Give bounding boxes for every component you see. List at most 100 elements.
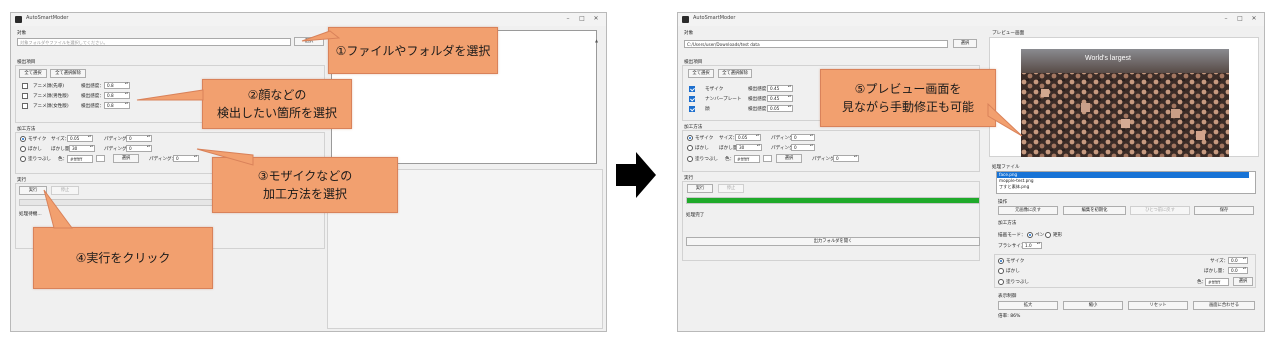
detect-checkbox[interactable]: [689, 86, 695, 92]
sensitivity-spinbox[interactable]: 0.8: [104, 82, 130, 89]
zoom-in-button[interactable]: 拡大: [998, 301, 1058, 310]
file-list-item[interactable]: mopple-test.png: [999, 178, 1034, 183]
padding-spinbox[interactable]: 0: [126, 135, 152, 142]
edit-radio-blur[interactable]: [998, 268, 1004, 274]
close-icon[interactable]: ✕: [592, 15, 600, 22]
method-radio-fill[interactable]: [687, 156, 693, 162]
stop-button[interactable]: 停止: [718, 184, 744, 193]
file-list-item[interactable]: 丁すと素体.png: [999, 184, 1029, 190]
method-radio-mosaic[interactable]: [687, 135, 693, 141]
draw-mode-label: 描画モード：: [998, 233, 1026, 238]
revert-original-button[interactable]: 元画像に戻す: [998, 206, 1058, 215]
progress-fill: [687, 198, 979, 203]
callout-text: ④実行をクリック: [75, 251, 171, 265]
sensitivity-spinbox[interactable]: 0.8: [104, 92, 130, 99]
method-radio-blur[interactable]: [20, 146, 26, 152]
draw-mode-pen-radio[interactable]: [1027, 232, 1033, 238]
minimize-icon[interactable]: –: [564, 15, 572, 22]
zoom-out-button[interactable]: 縮小: [1063, 301, 1123, 310]
callout-text: 加工方法を選択: [262, 187, 347, 201]
edit-blur-spinbox[interactable]: 0.0: [1228, 267, 1248, 274]
edit-radio-fill[interactable]: [998, 279, 1004, 285]
zoom-level-text: 倍率: 86%: [998, 314, 1021, 319]
target-path-input[interactable]: 対象フォルダやファイルを選択してください。: [17, 38, 291, 46]
select-all-button[interactable]: 全て選択: [19, 69, 47, 78]
select-all-button[interactable]: 全て選択: [688, 69, 714, 78]
callout-text: 見ながら手動修正も可能: [841, 100, 974, 114]
deselect-all-button[interactable]: 全て選択解除: [50, 69, 86, 78]
detect-item-label: アニメ顔(男性版): [33, 94, 69, 99]
file-list-item[interactable]: face.png: [999, 172, 1017, 177]
detect-checkbox[interactable]: [689, 96, 695, 102]
edit-param-label: ぼかし量：: [1204, 269, 1227, 274]
detect-checkbox[interactable]: [22, 93, 28, 99]
method-radio-mosaic[interactable]: [20, 136, 26, 142]
app-window-after: AutoSmartModer – □ ✕ 対象 C:/Users/user/Do…: [677, 12, 1265, 332]
blur-spinbox[interactable]: 30: [736, 144, 762, 151]
size-spinbox[interactable]: 0.05: [67, 135, 93, 142]
detect-checkbox[interactable]: [22, 83, 28, 89]
target-label: 対象: [17, 31, 27, 36]
save-button[interactable]: 保存: [1194, 206, 1254, 215]
color-select-button[interactable]: 選択: [776, 154, 802, 163]
deselect-all-button[interactable]: 全て選択解除: [718, 69, 752, 78]
brush-size-spinbox[interactable]: 1.0: [1022, 242, 1042, 249]
padding-spinbox[interactable]: 0: [791, 134, 815, 141]
edit-color-select-button[interactable]: 選択: [1233, 277, 1253, 286]
fit-screen-button[interactable]: 画面に合わせる: [1193, 301, 1255, 310]
crowd-photo: [1021, 49, 1229, 157]
close-icon[interactable]: ✕: [1250, 15, 1258, 22]
preview-label: プレビュー画面: [992, 31, 1025, 36]
color-label: 色：: [58, 157, 68, 162]
sensitivity-spinbox[interactable]: 0.05: [767, 105, 793, 112]
maximize-icon[interactable]: □: [1236, 15, 1244, 22]
file-list-item-selected[interactable]: [997, 172, 1249, 178]
callout-text: ③モザイクなどの: [257, 169, 353, 183]
sensitivity-spinbox[interactable]: 0.45: [767, 95, 793, 102]
app-icon: [682, 16, 689, 23]
progress-bar: [686, 197, 980, 204]
size-spinbox[interactable]: 0.05: [735, 134, 761, 141]
detect-checkbox[interactable]: [689, 106, 695, 112]
callout-click-run: ④実行をクリック: [33, 227, 213, 289]
padding-spinbox[interactable]: 0: [126, 145, 152, 152]
scroll-up-icon[interactable]: ▲: [595, 38, 598, 43]
maximize-icon[interactable]: □: [578, 15, 586, 22]
target-path-input[interactable]: C:/Users/user/Downloads/test data: [684, 40, 948, 48]
color-select-button[interactable]: 選択: [113, 154, 139, 163]
reset-view-button[interactable]: リセット: [1128, 301, 1188, 310]
detect-checkbox[interactable]: [22, 103, 28, 109]
edit-color-input[interactable]: #ffffff: [1205, 278, 1229, 286]
edit-size-spinbox[interactable]: 0.0: [1228, 257, 1248, 264]
detect-item-label: 顔: [705, 107, 710, 112]
padding-spinbox[interactable]: 0: [791, 144, 815, 151]
select-target-button[interactable]: 選択: [953, 39, 977, 48]
callout-text: ②顔などの: [247, 88, 307, 102]
padding-spinbox[interactable]: 0: [833, 155, 859, 162]
undo-button[interactable]: ひとつ前に戻す: [1130, 206, 1190, 215]
color-input[interactable]: #ffffff: [67, 155, 93, 163]
title-bar: AutoSmartModer – □ ✕: [11, 13, 606, 26]
ops-label: 操作: [998, 200, 1008, 205]
sensitivity-spinbox[interactable]: 0.45: [767, 85, 793, 92]
edit-radio-mosaic[interactable]: [998, 258, 1004, 264]
sensitivity-label: 検出感度：: [81, 84, 104, 89]
open-output-folder-button[interactable]: 出力フォルダを開く: [686, 237, 980, 246]
color-input[interactable]: #ffffff: [734, 155, 760, 163]
edit-option-label: モザイク: [1006, 259, 1025, 264]
draw-mode-rect-radio[interactable]: [1045, 232, 1051, 238]
reset-edit-button[interactable]: 編集を初期化: [1063, 206, 1126, 215]
files-label: 処理ファイル: [992, 165, 1020, 170]
callout-preview-edit: ⑤プレビュー画面を 見ながら手動修正も可能: [820, 69, 996, 127]
callout-pointer: [136, 89, 204, 101]
method-radio-fill[interactable]: [20, 156, 26, 162]
blur-spinbox[interactable]: 30: [69, 145, 95, 152]
sensitivity-spinbox[interactable]: 0.8: [104, 102, 130, 109]
minimize-icon[interactable]: –: [1222, 15, 1230, 22]
window-title: AutoSmartModer: [26, 15, 69, 21]
method-radio-blur[interactable]: [687, 145, 693, 151]
target-label: 対象: [684, 31, 694, 36]
run-button[interactable]: 実行: [687, 184, 713, 193]
callout-select-detect: ②顔などの 検出したい箇所を選択: [202, 79, 352, 129]
callout-select-file: ①ファイルやフォルダを選択: [328, 27, 498, 74]
